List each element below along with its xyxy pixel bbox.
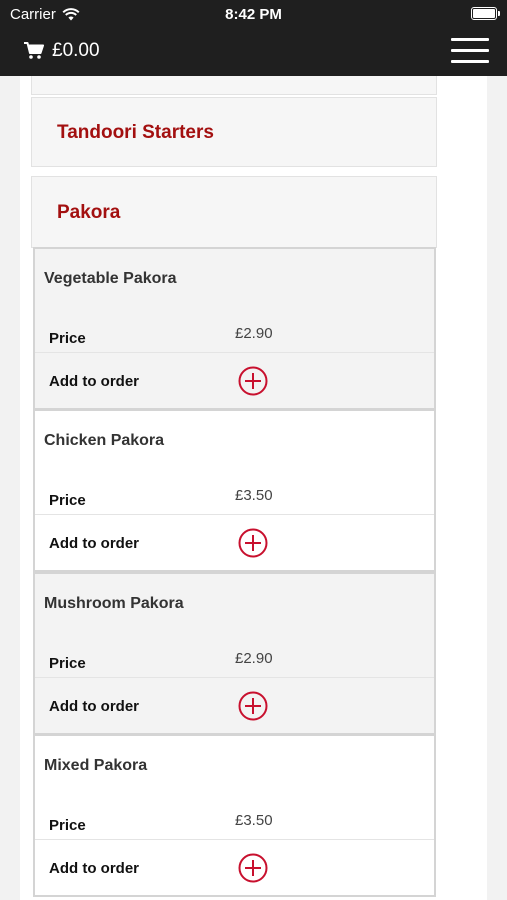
section-title: Tandoori Starters [57, 122, 214, 143]
menu-item-chicken-pakora: Chicken Pakora Price £3.50 Add to order [33, 409, 436, 572]
price-value: £3.50 [235, 487, 273, 504]
item-name: Mushroom Pakora [44, 595, 184, 612]
clock: 8:42 PM [225, 6, 282, 23]
cart-icon [24, 42, 44, 59]
price-row: Price £2.90 [35, 642, 434, 678]
price-row: Price £3.50 [35, 804, 434, 840]
add-to-order-label: Add to order [49, 535, 139, 552]
add-to-order-label: Add to order [49, 860, 139, 877]
price-value: £2.90 [235, 325, 273, 342]
menu-line-icon [451, 38, 489, 41]
menu-line-icon [451, 49, 489, 52]
add-icon[interactable] [238, 691, 268, 721]
add-icon[interactable] [238, 366, 268, 396]
section-pakora[interactable]: Pakora [31, 176, 437, 248]
menu-button[interactable] [451, 36, 489, 66]
add-icon[interactable] [238, 853, 268, 883]
price-value: £2.90 [235, 650, 273, 667]
page-margin [487, 80, 507, 900]
battery-icon [471, 7, 500, 20]
section-tandoori-starters[interactable]: Tandoori Starters [31, 97, 437, 167]
item-name: Chicken Pakora [44, 432, 165, 449]
menu-line-icon [451, 60, 489, 63]
add-to-order-label: Add to order [49, 373, 139, 390]
price-value: £3.50 [235, 812, 273, 829]
price-row: Price £3.50 [35, 479, 434, 515]
price-label: Price [49, 655, 86, 672]
price-label: Price [49, 492, 86, 509]
price-label: Price [49, 817, 86, 834]
menu-item-vegetable-pakora: Vegetable Pakora Price £2.90 Add to orde… [33, 247, 436, 410]
section-title: Pakora [57, 202, 121, 223]
app-header: Carrier 8:42 PM £0.00 [0, 0, 507, 76]
add-icon[interactable] [238, 528, 268, 558]
menu-item-mixed-pakora: Mixed Pakora Price £3.50 Add to order [33, 734, 436, 897]
menu-item-mushroom-pakora: Mushroom Pakora Price £2.90 Add to order [33, 572, 436, 735]
add-to-order-label: Add to order [49, 698, 139, 715]
price-label: Price [49, 330, 86, 347]
item-name: Mixed Pakora [44, 757, 148, 774]
price-row: Price £2.90 [35, 317, 434, 353]
cart-total: £0.00 [52, 40, 100, 61]
cart-button[interactable]: £0.00 [24, 40, 100, 62]
item-name: Vegetable Pakora [44, 270, 177, 287]
status-bar: Carrier 8:42 PM [0, 0, 507, 28]
